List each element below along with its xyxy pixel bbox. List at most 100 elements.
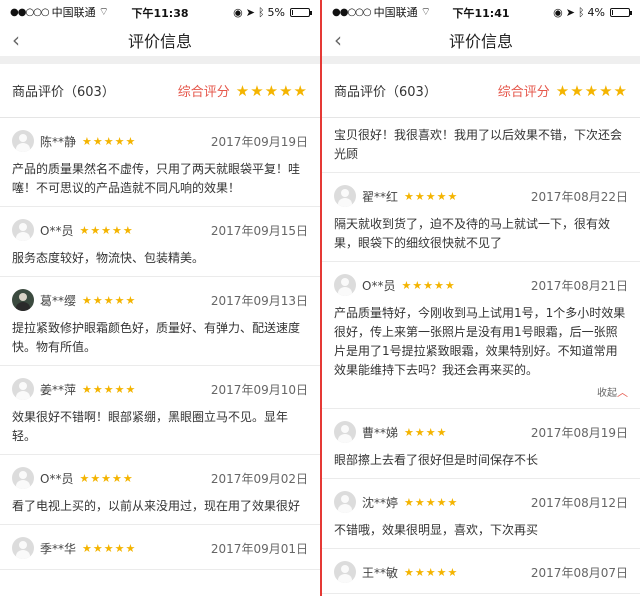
avatar	[12, 467, 34, 489]
review-date: 2017年08月21日	[530, 278, 628, 293]
review-item: O**员 ★★★★★ 2017年09月15日 服务态度较好，物流快、包装精美。	[0, 207, 320, 277]
review-item: 葛**缨 ★★★★★ 2017年09月13日提拉紧致修护眼霜颜色好，质量好、有弹力、…	[0, 277, 320, 366]
star-rating-icons: ★★★★★	[82, 382, 137, 396]
reviewer-name: 翟**红	[362, 189, 399, 204]
avatar	[334, 561, 356, 583]
rating-summary: 商品评价（603） 综合评分 ★★★★★	[322, 64, 640, 118]
avatar	[334, 185, 356, 207]
review-date: 2017年08月19日	[530, 425, 628, 440]
reviewer-name: 陈**静	[40, 134, 77, 149]
review-header: 葛**缨 ★★★★★ 2017年09月13日	[12, 287, 308, 313]
review-text: 产品质量特好，今刚收到马上试用1号，1个多小时效果很好，传上来第一张照片是没有用…	[334, 306, 626, 377]
star-rating-icons: ★★★★★	[79, 223, 134, 237]
star-rating-icons: ★★★★★	[401, 278, 456, 292]
review-header: 姜**萍 ★★★★★ 2017年09月10日	[12, 376, 308, 402]
review-item: 陈**静 ★★★★★ 2017年09月19日产品的质量果然名不虚传，只用了两天就眼袋…	[0, 118, 320, 207]
review-item: 沈**婷 ★★★★★ 2017年08月12日不错哦，效果很明显，喜欢，下次再买	[322, 479, 640, 549]
review-date: 2017年09月15日	[210, 223, 308, 238]
battery-fill	[612, 9, 613, 15]
reviewer-name: 葛**缨	[40, 293, 77, 308]
chevron-up-icon: ︿	[617, 386, 628, 399]
review-date: 2017年08月07日	[530, 565, 628, 580]
review-continued: 宝贝很好！我很喜欢！我用了以后效果不错，下次还会光顾	[322, 118, 640, 173]
review-text: 不错哦，效果很明显，喜欢，下次再买	[334, 523, 539, 537]
status-time: 下午11:38	[131, 7, 189, 20]
review-item: 翟**红 ★★★★★ 2017年08月22日隔天就收到货了，迫不及待的马上就试一下，…	[322, 173, 640, 262]
status-bar: ●●○○○ 中国联通 ⌔ 下午11:38 ◉ ➤ ᛒ 5%	[0, 0, 320, 24]
reviewer-name: 曹**娣	[362, 425, 399, 440]
review-header: 沈**婷 ★★★★★ 2017年08月12日	[334, 489, 628, 515]
review-text: 提拉紧致修护眼霜颜色好，质量好、有弹力、配送速度快。物有所值。	[12, 321, 301, 354]
review-date: 2017年09月10日	[210, 382, 308, 397]
rating-summary: 商品评价（603） 综合评分 ★★★★★	[0, 64, 320, 118]
nav-bar: ‹ 评价信息	[0, 24, 320, 56]
review-text: 服务态度较好，物流快、包装精美。	[12, 251, 205, 265]
avatar	[334, 491, 356, 513]
back-chevron-icon[interactable]: ‹	[12, 28, 20, 52]
page-title: 评价信息	[448, 32, 513, 51]
star-rating-icons: ★★★★	[404, 425, 448, 439]
review-text: 看了电视上买的，以前从来没用过，现在用了效果很好	[12, 499, 301, 513]
reviewer-name: 沈**婷	[362, 495, 399, 510]
star-rating-icons: ★★★★★	[404, 565, 459, 579]
overall-rating: 综合评分 ★★★★★	[497, 81, 628, 101]
review-text: 效果很好不错啊！眼部紧绷，黑眼圈立马不见。显年轻。	[12, 410, 289, 443]
review-count: 商品评价（603）	[334, 85, 437, 100]
review-text: 产品的质量果然名不虚传，只用了两天就眼袋平复！哇噻！不可思议的产品造就不同凡响的…	[12, 162, 301, 195]
review-date: 2017年09月13日	[210, 293, 308, 308]
review-date: 2017年09月01日	[210, 541, 308, 556]
right-phone-screen: ●●○○○ 中国联通 ⌔ 下午11:41 ◉ ➤ ᛒ 4% ‹ 评价信息 商品评…	[320, 0, 640, 596]
review-header: 季**华 ★★★★★ 2017年09月01日	[12, 535, 308, 561]
review-text: 宝贝很好！我很喜欢！我用了以后效果不错，下次还会光顾	[334, 128, 623, 161]
status-time: 下午11:41	[452, 7, 510, 20]
review-date: 2017年09月02日	[210, 471, 308, 486]
back-chevron-icon[interactable]: ‹	[334, 28, 342, 52]
avatar	[334, 421, 356, 443]
section-divider	[322, 56, 640, 64]
review-text: 眼部擦上去看了很好但是时间保存不长	[334, 453, 539, 467]
review-header: 王**敏 ★★★★★ 2017年08月07日	[334, 559, 628, 585]
avatar	[12, 537, 34, 559]
reviewer-name: 姜**萍	[40, 382, 77, 397]
star-rating-icons: ★★★★★	[404, 189, 459, 203]
review-item: O**员 ★★★★★ 2017年08月21日 产品质量特好，今刚收到马上试用1号，1个…	[322, 262, 640, 409]
collapse-button[interactable]: 收起︿	[334, 384, 628, 400]
star-rating-icons: ★★★★★	[82, 134, 137, 148]
avatar	[12, 219, 34, 241]
review-list: 陈**静 ★★★★★ 2017年09月19日产品的质量果然名不虚传，只用了两天就眼袋…	[0, 118, 320, 570]
star-rating-icons: ★★★★★	[79, 471, 134, 485]
review-item: 王**敏 ★★★★★ 2017年08月07日	[322, 549, 640, 594]
overall-rating: 综合评分 ★★★★★	[178, 81, 308, 101]
avatar	[12, 378, 34, 400]
review-header: O**员 ★★★★★ 2017年09月02日	[12, 465, 308, 491]
review-date: 2017年09月19日	[210, 134, 308, 149]
reviewer-name: 季**华	[40, 541, 77, 556]
avatar	[12, 130, 34, 152]
review-list: 翟**红 ★★★★★ 2017年08月22日隔天就收到货了，迫不及待的马上就试一下，…	[322, 173, 640, 594]
collapse-label: 收起	[597, 388, 617, 399]
review-count: 商品评价（603）	[12, 85, 115, 100]
nav-bar: ‹ 评价信息	[322, 24, 640, 56]
review-date: 2017年08月12日	[530, 495, 628, 510]
review-header: O**员 ★★★★★ 2017年08月21日	[334, 272, 628, 298]
review-item: 曹**娣 ★★★★ 2017年08月19日眼部擦上去看了很好但是时间保存不长	[322, 409, 640, 479]
star-rating-icons: ★★★★★	[555, 81, 628, 100]
battery-icon	[610, 7, 632, 17]
section-divider	[0, 56, 320, 64]
avatar	[334, 274, 356, 296]
reviewer-name: 王**敏	[362, 565, 399, 580]
review-header: 翟**红 ★★★★★ 2017年08月22日	[334, 183, 628, 209]
star-rating-icons: ★★★★★	[82, 541, 137, 555]
review-date: 2017年08月22日	[530, 189, 628, 204]
overall-rating-label: 综合评分	[497, 85, 550, 100]
star-rating-icons: ★★★★★	[235, 81, 308, 100]
review-text: 隔天就收到货了，迫不及待的马上就试一下，很有效果，眼袋下的细纹很快就不见了	[334, 217, 611, 250]
review-item: O**员 ★★★★★ 2017年09月02日看了电视上买的，以前从来没用过，现在用了…	[0, 455, 320, 525]
battery-fill	[292, 9, 293, 15]
review-header: O**员 ★★★★★ 2017年09月15日	[12, 217, 308, 243]
star-rating-icons: ★★★★★	[82, 293, 137, 307]
reviewer-name: O**员	[40, 471, 74, 486]
reviewer-name: O**员	[40, 223, 74, 238]
review-item: 姜**萍 ★★★★★ 2017年09月10日效果很好不错啊！眼部紧绷，黑眼圈立马不见…	[0, 366, 320, 455]
star-rating-icons: ★★★★★	[404, 495, 459, 509]
